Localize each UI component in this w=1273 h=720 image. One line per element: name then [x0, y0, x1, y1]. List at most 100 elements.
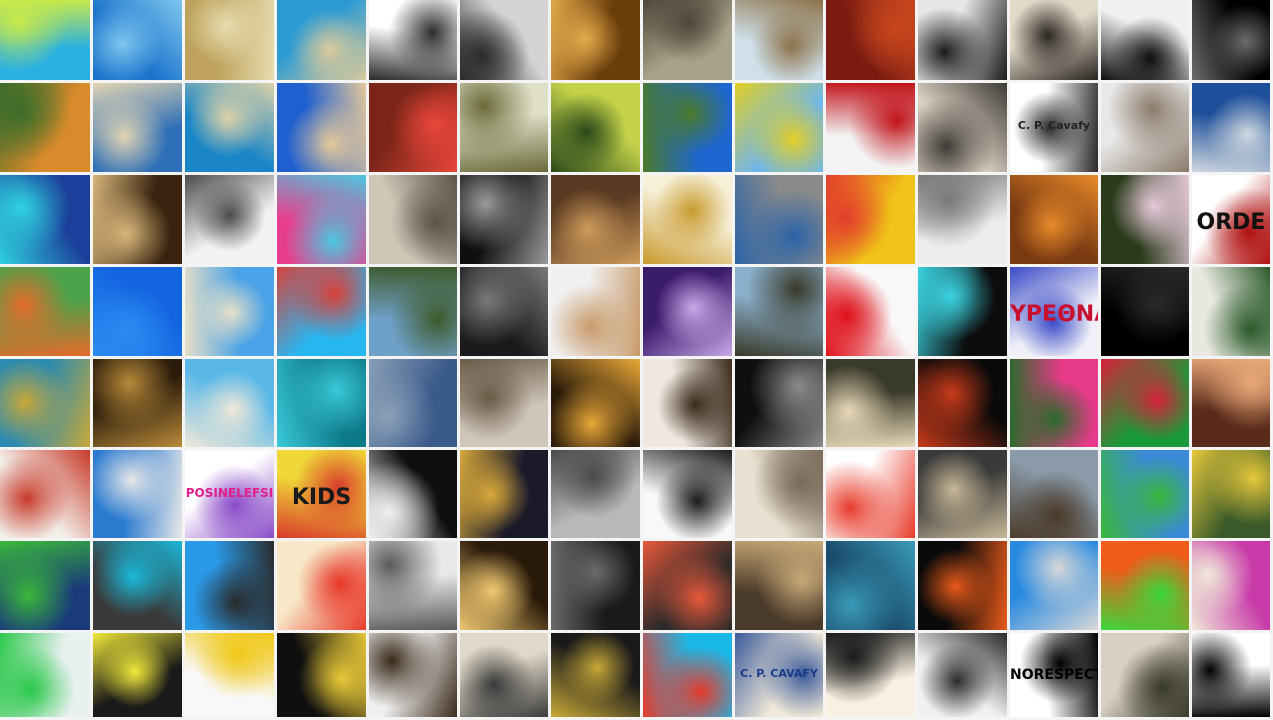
soundscapes-image [93, 359, 182, 447]
curtain-figure-image [369, 633, 457, 717]
classroom-image [460, 633, 548, 717]
red-figure-image [369, 83, 457, 172]
coastal-town-image [93, 83, 182, 172]
blue-sky-plane-image [93, 267, 182, 356]
piano-keys-glow-image [460, 541, 548, 630]
seated-man-image [1101, 633, 1189, 717]
field-sky-image [643, 83, 732, 172]
woman-reading-image [185, 0, 274, 80]
cyan-illustration-image [643, 633, 732, 717]
colorful-doodle-image [277, 175, 366, 264]
pinned-map-image [0, 450, 90, 538]
tank-landscape-image [735, 267, 823, 356]
cavafy-book-image: C. P. CAVAFY [735, 633, 823, 717]
cliff-bay-image [185, 267, 274, 356]
beach-bench-image [277, 83, 366, 172]
guitar-player-image [1010, 0, 1098, 80]
sea-horizon-image [93, 0, 182, 80]
festival-poster-text: ΥΡΕΘΝΑ [1010, 302, 1098, 327]
stage-show-image [918, 267, 1007, 356]
blue-portrait-image [826, 541, 915, 630]
harbor-view-image [643, 0, 732, 80]
raised-hands-image [735, 359, 823, 447]
face-mural-image [93, 175, 182, 264]
respect-text-image: NORESPECT [1010, 633, 1098, 717]
toy-ship-image [277, 541, 366, 630]
modern-building-image [185, 541, 274, 630]
orde-text-text: ORDE [1196, 210, 1266, 235]
purple-graffiti-image [643, 267, 732, 356]
bicycle-wall-image [918, 633, 1007, 717]
yellow-ball-image [185, 633, 274, 717]
museum-building-image [369, 359, 457, 447]
street-mural-face-image [918, 450, 1007, 538]
room-corridor-image [735, 175, 823, 264]
flower-bouquet-image [1101, 175, 1189, 264]
golden-sculpture-image [551, 0, 640, 80]
green-abstract-image [1101, 359, 1189, 447]
turquoise-sea-image [185, 83, 274, 172]
pink-stripes-image [1192, 541, 1270, 630]
mask-hands-image [551, 267, 640, 356]
city-aerial-image [460, 359, 548, 447]
kids-graffiti-text: KIDS [291, 485, 352, 510]
white-cliffs-image [93, 450, 182, 538]
angular-building-image [1010, 541, 1098, 630]
two-portraits-image [1101, 83, 1189, 172]
red-building-image [826, 0, 915, 80]
cloudy-plain-image [1010, 450, 1098, 538]
dark-piano-image [460, 267, 548, 356]
robot-character-image [826, 450, 915, 538]
yellow-flowers-image [735, 83, 823, 172]
piano-keys-color-image [93, 633, 182, 717]
street-walkers-image [918, 0, 1007, 80]
orde-text-image: ORDE [1192, 175, 1270, 264]
candles-dark-image [918, 541, 1007, 630]
calm-beach-image [185, 359, 274, 447]
posinelefsi-poster-image: POSINELEFSI [185, 450, 274, 538]
black-abstract-image [1101, 267, 1189, 356]
cave-sea-image [93, 541, 182, 630]
child-ball-image [0, 267, 90, 356]
dome-hall-image [918, 359, 1007, 447]
sitting-woman-image [369, 541, 457, 630]
cartoon-reader-image [0, 0, 90, 80]
pink-blossom-image [1010, 359, 1098, 447]
wheelchair-man-image [369, 267, 457, 356]
posinelefsi-poster-text: POSINELEFSI [185, 486, 274, 500]
saxophone-player-image [551, 633, 640, 717]
kids-graffiti-image: KIDS [277, 450, 366, 538]
many-hands-image [1192, 359, 1270, 447]
letters-sketch-image [643, 450, 732, 538]
respect-text-text: NORESPECT [1010, 667, 1098, 683]
lute-player-image [460, 83, 548, 172]
green-valley-image [551, 83, 640, 172]
orange-illustration-image [1101, 541, 1189, 630]
puzzle-piece-image [643, 175, 732, 264]
colored-balls-image [0, 633, 90, 717]
ancient-warriors-image [1192, 267, 1270, 356]
classical-building-image [918, 83, 1007, 172]
volcano-sky-image [1192, 83, 1270, 172]
alley-crowd-image [735, 541, 823, 630]
standing-crowd-image [826, 359, 915, 447]
underwater-diver-image [277, 359, 366, 447]
wildflower-field-image [1192, 450, 1270, 538]
vintage-car-image [0, 83, 90, 172]
sketch-building-image [918, 175, 1007, 264]
sketch-drawing-image [735, 450, 823, 538]
bw-crowd-image [1101, 0, 1189, 80]
red-hoods-image [826, 267, 915, 356]
lanyard-people-image [551, 541, 640, 630]
street-bikes-image [551, 450, 640, 538]
image-mosaic: C. P. Cavafy ORDE ΥΡΕΘΝΑ POSINELEFSI KIDS C. … [0, 0, 1273, 720]
chopsticks-image [1192, 633, 1270, 717]
greek-lettering-image [826, 633, 915, 717]
flower-arrangement-image [643, 541, 732, 630]
aerial-beach-image [277, 0, 366, 80]
bicycle-art-image [369, 0, 457, 80]
dancer-frame-image [369, 450, 457, 538]
silhouette-red-image [826, 83, 915, 172]
dark-portrait-image [1192, 0, 1270, 80]
cafe-interior-image [1010, 175, 1098, 264]
